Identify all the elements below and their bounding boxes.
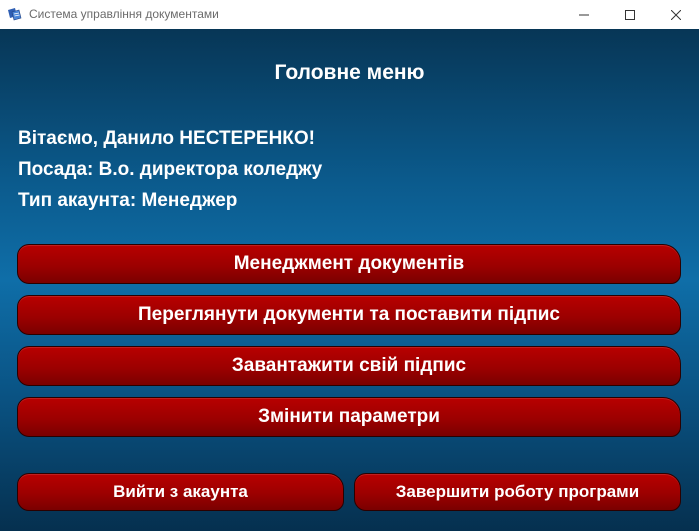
exit-program-button[interactable]: Завершити роботу програми [354, 473, 681, 511]
minimize-button[interactable] [561, 0, 607, 29]
app-window: Система управління документами Головне м… [0, 0, 699, 531]
title-bar[interactable]: Система управління документами [0, 0, 699, 29]
position-text: Посада: В.о. директора коледжу [18, 159, 323, 180]
account-type-text: Тип акаунта: Менеджер [18, 190, 238, 211]
app-document-icon [6, 6, 23, 23]
close-button[interactable] [653, 0, 699, 29]
maximize-icon [625, 9, 635, 20]
change-settings-button[interactable]: Змінити параметри [17, 397, 681, 437]
document-management-button[interactable]: Менеджмент документів [17, 244, 681, 284]
maximize-button[interactable] [607, 0, 653, 29]
minimize-icon [579, 14, 589, 15]
window-title: Система управління документами [29, 7, 219, 21]
greeting-text: Вітаємо, Данило НЕСТЕРЕНКО! [18, 128, 315, 149]
upload-signature-button[interactable]: Завантажити свій підпис [17, 346, 681, 386]
logout-button[interactable]: Вийти з акаунта [17, 473, 344, 511]
main-panel: Головне меню Вітаємо, Данило НЕСТЕРЕНКО!… [0, 29, 699, 531]
view-and-sign-button[interactable]: Переглянути документи та поставити підпи… [17, 295, 681, 335]
page-title: Головне меню [274, 61, 425, 84]
close-icon [671, 9, 681, 20]
